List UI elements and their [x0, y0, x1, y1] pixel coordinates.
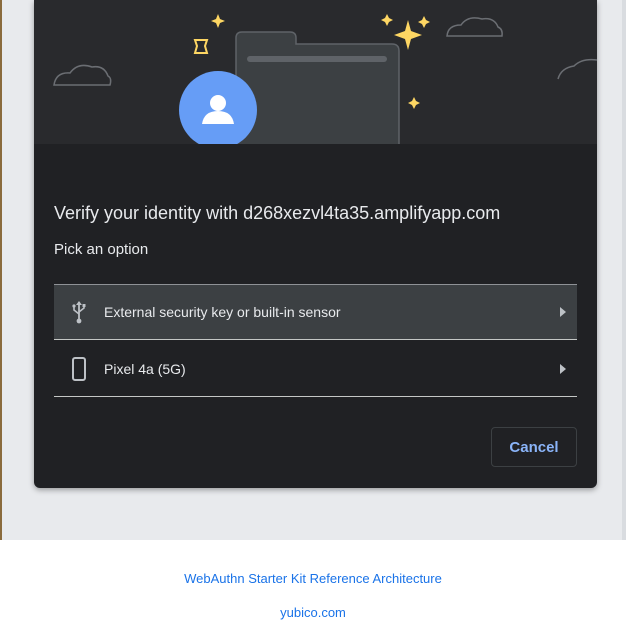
dialog-subtitle: Pick an option — [54, 241, 149, 258]
sparkle-icon — [418, 16, 430, 28]
cloud-icon — [53, 64, 112, 86]
cloud-icon — [557, 58, 597, 80]
background-strip-right — [622, 0, 626, 540]
dialog-title: Verify your identity with d268xezvl4ta35… — [54, 203, 501, 223]
sparkle-icon — [193, 39, 209, 54]
sparkle-icon — [211, 14, 225, 28]
sparkle-icon — [408, 97, 420, 109]
usb-icon — [54, 284, 104, 340]
option-phone[interactable]: Pixel 4a (5G) — [54, 341, 577, 397]
chevron-right-icon — [549, 307, 577, 317]
footer-link-yubico[interactable]: yubico.com — [0, 605, 626, 620]
cloud-icon — [446, 17, 503, 37]
background-strip-left — [0, 0, 2, 540]
header-illustration — [34, 0, 597, 144]
cancel-button[interactable]: Cancel — [491, 427, 577, 467]
option-label: Pixel 4a (5G) — [104, 360, 186, 377]
webauthn-dialog: Verify your identity with d268xezvl4ta35… — [34, 0, 597, 488]
sparkle-icon — [394, 20, 422, 50]
folder-icon — [235, 31, 400, 144]
option-security-key[interactable]: External security key or built-in sensor — [54, 284, 577, 340]
footer-link-reference-architecture[interactable]: WebAuthn Starter Kit Reference Architect… — [0, 571, 626, 586]
sparkle-icon — [381, 14, 393, 26]
chevron-right-icon — [549, 363, 577, 374]
phone-icon — [54, 341, 104, 397]
option-label: External security key or built-in sensor — [104, 304, 341, 320]
page-footer: WebAuthn Starter Kit Reference Architect… — [0, 540, 626, 640]
